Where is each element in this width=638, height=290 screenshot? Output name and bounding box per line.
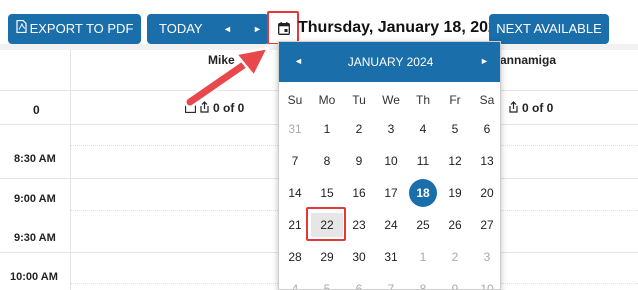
calendar-day[interactable]: 4 bbox=[279, 277, 311, 289]
row-zero-label: 0 bbox=[33, 103, 40, 117]
provider-column-header-annamiga: annamiga bbox=[500, 53, 557, 67]
weekday-label: Sa bbox=[479, 93, 495, 107]
time-label: 8:30 AM bbox=[14, 153, 56, 165]
calendar-day[interactable]: 14 bbox=[279, 181, 311, 205]
pdf-icon bbox=[15, 14, 27, 44]
calendar-day[interactable]: 16 bbox=[343, 181, 375, 205]
share-icon bbox=[508, 101, 519, 116]
time-column-divider bbox=[70, 50, 71, 290]
calendar-day[interactable]: 9 bbox=[439, 277, 471, 289]
calendar-day[interactable]: 31 bbox=[279, 117, 311, 141]
calendar-day[interactable]: 8 bbox=[311, 149, 343, 173]
time-label: 10:00 AM bbox=[10, 271, 58, 283]
calendar-day[interactable]: 15 bbox=[311, 181, 343, 205]
calendar-day[interactable]: 27 bbox=[471, 213, 500, 237]
weekday-label: Th bbox=[415, 93, 430, 107]
calendar-day[interactable]: 9 bbox=[343, 149, 375, 173]
weekday-label: Mo bbox=[318, 93, 336, 107]
calendar-day[interactable]: 7 bbox=[279, 149, 311, 173]
calendar-day[interactable]: 31 bbox=[375, 245, 407, 269]
calendar-day[interactable]: 2 bbox=[439, 245, 471, 269]
weekday-label: Fr bbox=[449, 93, 461, 107]
next-month-button[interactable]: ► bbox=[480, 56, 489, 66]
calendar-day[interactable]: 25 bbox=[407, 213, 439, 237]
next-available-button[interactable]: NEXT AVAILABLE bbox=[489, 14, 609, 44]
calendar-day[interactable]: 24 bbox=[375, 213, 407, 237]
calendar-day[interactable]: 6 bbox=[471, 117, 500, 141]
red-arrow-annotation bbox=[184, 46, 270, 108]
current-date-title: Thursday, January 18, 2024 bbox=[298, 19, 506, 36]
date-picker-popup: ◄ JANUARY 2024 ► Su Mo Tu We Th Fr Sa 31… bbox=[278, 41, 501, 290]
calendar-day[interactable]: 18 bbox=[409, 179, 437, 207]
weekday-label: Su bbox=[287, 93, 303, 107]
date-picker-header: ◄ JANUARY 2024 ► bbox=[279, 42, 500, 82]
weekday-label: We bbox=[382, 93, 400, 107]
calendar-day[interactable]: 1 bbox=[311, 117, 343, 141]
calendar-day[interactable]: 6 bbox=[343, 277, 375, 289]
calendar-day[interactable]: 12 bbox=[439, 149, 471, 173]
export-pdf-label: EXPORT TO PDF bbox=[29, 21, 134, 36]
calendar-day[interactable]: 3 bbox=[375, 117, 407, 141]
calendar-day[interactable]: 23 bbox=[343, 213, 375, 237]
month-year-label[interactable]: JANUARY 2024 bbox=[279, 55, 500, 69]
calendar-day[interactable]: 10 bbox=[375, 149, 407, 173]
calendar-day[interactable]: 28 bbox=[279, 245, 311, 269]
calendar-day[interactable]: 5 bbox=[439, 117, 471, 141]
calendar-day[interactable]: 4 bbox=[407, 117, 439, 141]
calendar-day[interactable]: 30 bbox=[343, 245, 375, 269]
selected-day-highlight bbox=[306, 207, 346, 241]
calendar-day[interactable]: 20 bbox=[471, 181, 500, 205]
calendar-day[interactable]: 3 bbox=[471, 245, 500, 269]
calendar-day[interactable]: 8 bbox=[407, 277, 439, 289]
calendar-day[interactable]: 13 bbox=[471, 149, 500, 173]
calendar-day[interactable]: 10 bbox=[471, 277, 500, 289]
calendar-day[interactable]: 2 bbox=[343, 117, 375, 141]
calendar-day[interactable]: 26 bbox=[439, 213, 471, 237]
weekday-label: Tu bbox=[352, 93, 366, 107]
calendar-day[interactable]: 19 bbox=[439, 181, 471, 205]
time-label: 9:30 AM bbox=[14, 232, 56, 244]
calendar-day[interactable]: 11 bbox=[407, 149, 439, 173]
time-label: 9:00 AM bbox=[14, 193, 56, 205]
right-appointment-count: 0 of 0 bbox=[508, 101, 553, 116]
calendar-day[interactable]: 1 bbox=[407, 245, 439, 269]
calendar-day[interactable]: 17 bbox=[375, 181, 407, 205]
calendar-day[interactable]: 29 bbox=[311, 245, 343, 269]
export-pdf-button[interactable]: EXPORT TO PDF bbox=[8, 14, 141, 44]
calendar-day[interactable]: 5 bbox=[311, 277, 343, 289]
right-count-text: 0 of 0 bbox=[522, 101, 554, 115]
calendar-day[interactable]: 7 bbox=[375, 277, 407, 289]
